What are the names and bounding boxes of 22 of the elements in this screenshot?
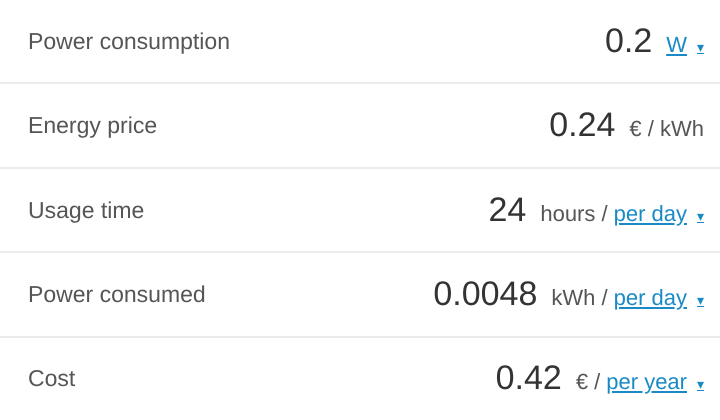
field-value: 0.0048 [433,274,538,314]
field-value: 24 [488,190,526,230]
caret-icon: ▾ [697,292,704,308]
field-label: Usage time [28,196,144,224]
field-value: 0.42 [496,359,562,398]
field-label: Energy price [28,112,158,140]
caret-icon: ▾ [697,376,704,392]
unit-dropdown[interactable]: per year ▾ [606,369,704,396]
unit-dropdown[interactable]: per day ▾ [614,284,704,311]
unit-label: € / kWh [629,116,704,142]
unit-dropdown[interactable]: per day ▾ [614,200,704,227]
field-label: Cost [28,365,76,392]
unit-label: kWh / [551,284,608,311]
caret-icon: ▾ [697,208,704,224]
unit-label: € / [576,369,600,396]
field-value: 0.2 [604,22,652,61]
field-value: 0.24 [549,106,616,146]
unit-label: hours / [540,200,608,227]
field-label: Power consumed [28,280,206,308]
field-label: Power consumption [28,28,230,55]
unit-dropdown[interactable]: W ▾ [666,32,704,58]
caret-icon: ▾ [697,38,704,55]
